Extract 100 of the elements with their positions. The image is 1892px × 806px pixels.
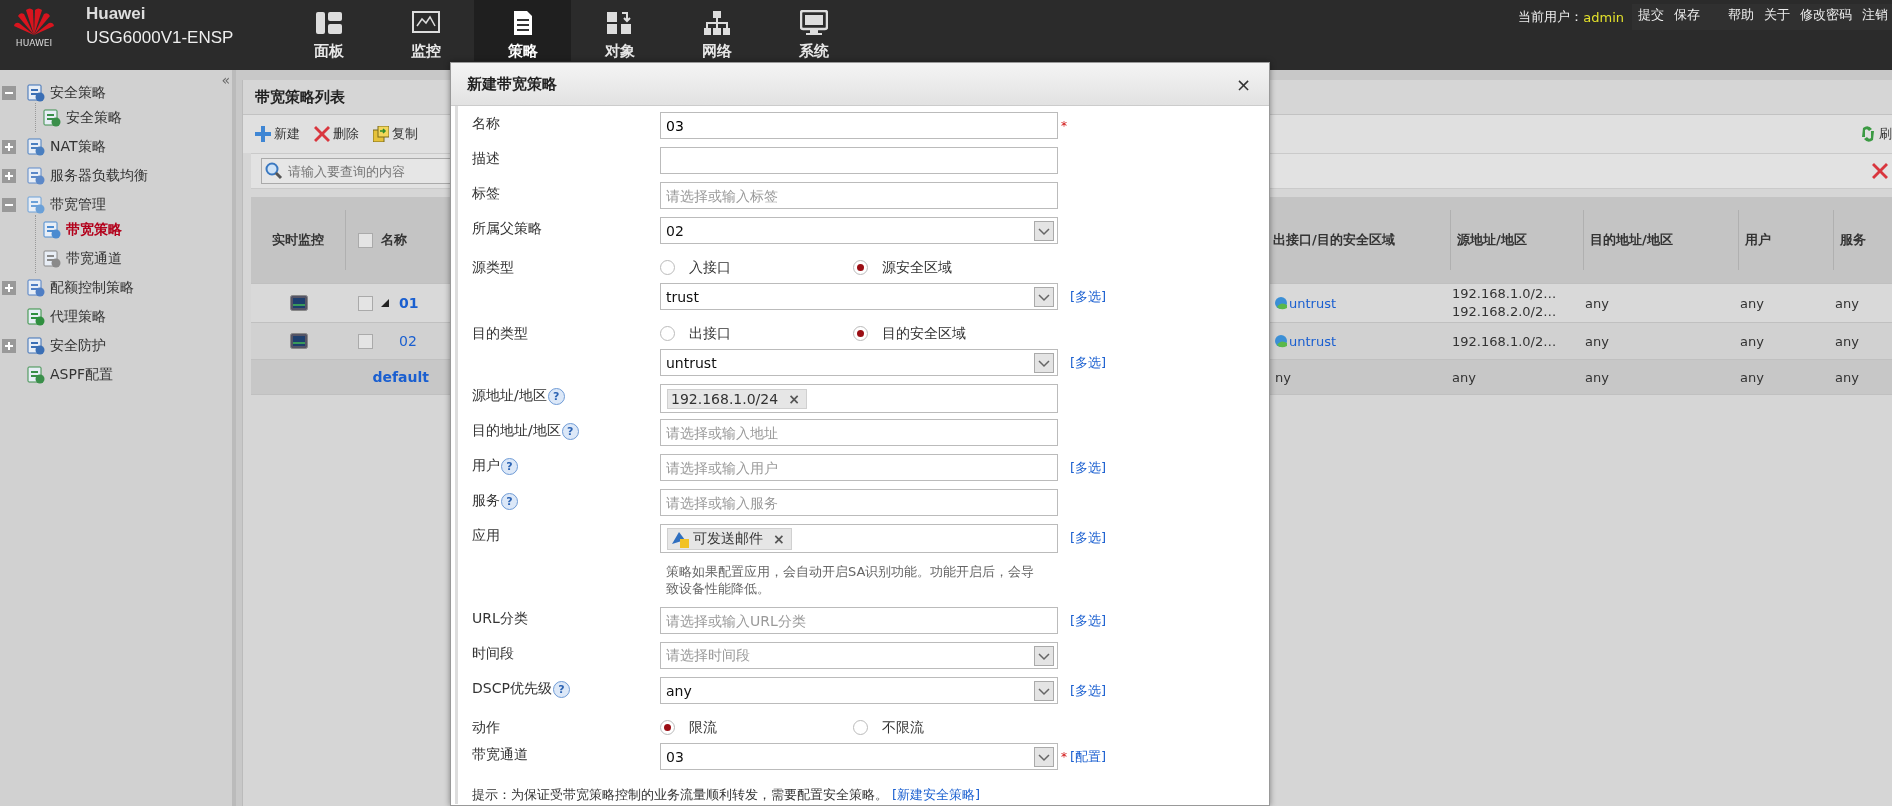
tree-item[interactable]: 安全策略: [50, 83, 106, 102]
table-cell-text: any: [1584, 333, 1610, 349]
tree-item[interactable]: 安全策略: [66, 108, 122, 127]
tree-item[interactable]: ASPF配置: [50, 365, 113, 384]
collapse-icon[interactable]: [2, 85, 16, 100]
collapse-button[interactable]: «: [221, 72, 230, 88]
tree-item[interactable]: 代理策略: [50, 307, 106, 326]
tag-input-field[interactable]: 192.168.1.0/24 ×: [660, 384, 1058, 413]
link[interactable]: [多选]: [1070, 611, 1107, 630]
tree-item[interactable]: 带宽通道: [66, 249, 122, 268]
radio-button[interactable]: [660, 720, 675, 735]
tree-item[interactable]: NAT策略: [50, 137, 106, 156]
tree-item[interactable]: 安全防护: [50, 336, 106, 355]
checkbox[interactable]: [358, 232, 373, 248]
top-link[interactable]: 提交: [1638, 6, 1664, 24]
radio-button[interactable]: [853, 720, 868, 735]
top-link[interactable]: 帮助: [1728, 6, 1754, 24]
nav-tab[interactable]: 对象: [571, 0, 669, 61]
help-button[interactable]: ?: [501, 492, 518, 510]
brand-name: Huawei: [86, 4, 147, 24]
expand-icon[interactable]: [2, 338, 16, 353]
input-field[interactable]: 03: [660, 112, 1058, 139]
link[interactable]: [多选]: [1070, 287, 1107, 306]
dropdown[interactable]: 02: [660, 217, 1058, 244]
tree-item[interactable]: 配额控制策略: [50, 278, 134, 297]
checkbox[interactable]: [358, 333, 373, 349]
input-field[interactable]: 请选择或输入地址: [660, 419, 1058, 446]
table-cell-text: ny: [1274, 369, 1292, 385]
chevron-icon: [1034, 352, 1054, 373]
dropdown[interactable]: any: [660, 677, 1058, 704]
monitor-icon[interactable]: [289, 295, 308, 311]
refresh-button[interactable]: 刷: [1860, 125, 1892, 143]
monitor-icon[interactable]: [289, 333, 308, 349]
clear-icon[interactable]: [1872, 163, 1888, 179]
toolbar-button[interactable]: 新建: [255, 125, 300, 143]
nav-tab[interactable]: 面板: [280, 0, 378, 61]
expand-icon[interactable]: [2, 139, 16, 154]
checkbox[interactable]: [358, 295, 373, 311]
input-field[interactable]: 请选择或输入URL分类: [660, 607, 1058, 634]
collapse-icon[interactable]: [2, 197, 16, 212]
input-field[interactable]: [660, 147, 1058, 174]
dropdown[interactable]: trust: [660, 283, 1058, 310]
link[interactable]: [新建安全策略]: [892, 786, 981, 804]
policy-name-link[interactable]: 02: [399, 333, 417, 349]
delete-icon: [314, 126, 330, 142]
tree-item[interactable]: 带宽管理: [50, 195, 106, 214]
policy-name-link[interactable]: 01: [399, 295, 419, 311]
dropdown[interactable]: untrust: [660, 349, 1058, 376]
globe-icon: [1275, 333, 1287, 349]
column-header: 出接口/目的安全区域: [1273, 231, 1396, 249]
field-label: 源类型: [472, 258, 514, 277]
nav-tab[interactable]: 策略: [474, 0, 572, 61]
radio-button[interactable]: [853, 260, 868, 275]
input-field[interactable]: 请选择或输入用户: [660, 454, 1058, 481]
zone-link[interactable]: untrust: [1289, 333, 1337, 349]
top-link[interactable]: 注销: [1862, 6, 1888, 24]
expanded-triangle-icon[interactable]: [381, 299, 389, 307]
table-cell-text: any: [1739, 295, 1765, 311]
table-cell-text: 192.168.1.0/2…: [1451, 333, 1558, 349]
toolbar-button[interactable]: 删除: [314, 125, 359, 143]
logo-text: HUAWEI: [15, 38, 53, 48]
plus-icon: [255, 126, 271, 142]
column-header: 名称: [381, 231, 407, 249]
table-cell-text: any: [1834, 369, 1860, 385]
tag-input-field[interactable]: 可发送邮件 ×: [660, 524, 1058, 553]
document-icon: [26, 364, 46, 385]
remove-icon[interactable]: ×: [773, 530, 785, 547]
zone-link[interactable]: untrust: [1289, 295, 1337, 311]
radio-button[interactable]: [853, 326, 868, 341]
input-field[interactable]: 请选择或输入服务: [660, 489, 1058, 516]
link[interactable]: [配置]: [1070, 747, 1107, 766]
link[interactable]: [多选]: [1070, 353, 1107, 372]
link[interactable]: [多选]: [1070, 458, 1107, 477]
input-field[interactable]: 请选择或输入标签: [660, 182, 1058, 209]
toolbar-button[interactable]: 复制: [373, 125, 418, 143]
link[interactable]: [多选]: [1070, 528, 1107, 547]
top-link[interactable]: 保存: [1674, 6, 1700, 24]
radio-button[interactable]: [660, 260, 675, 275]
top-link[interactable]: 修改密码: [1800, 6, 1852, 24]
nav-tab[interactable]: 网络: [668, 0, 766, 61]
remove-icon[interactable]: ×: [788, 390, 800, 407]
user-name: admin: [1583, 9, 1624, 25]
help-button[interactable]: ?: [501, 457, 518, 475]
expand-icon[interactable]: [2, 168, 16, 183]
expand-icon[interactable]: [2, 280, 16, 295]
radio-label: 入接口: [689, 258, 731, 277]
dropdown[interactable]: 03: [660, 743, 1058, 770]
tree-item[interactable]: 带宽策略: [66, 220, 122, 239]
nav-tab[interactable]: 系统: [765, 0, 863, 61]
nav-tab[interactable]: 监控: [377, 0, 475, 61]
field-label: URL分类: [472, 610, 528, 628]
help-button[interactable]: ?: [561, 422, 579, 440]
help-button[interactable]: ?: [552, 680, 570, 698]
table-cell-text: any: [1739, 333, 1765, 349]
radio-button[interactable]: [660, 326, 675, 341]
help-button[interactable]: ?: [547, 387, 565, 405]
field-label: 目的地址/地区: [472, 422, 561, 440]
link[interactable]: [多选]: [1070, 681, 1107, 700]
top-link[interactable]: 关于: [1764, 6, 1790, 24]
tree-item[interactable]: 服务器负载均衡: [50, 166, 148, 185]
